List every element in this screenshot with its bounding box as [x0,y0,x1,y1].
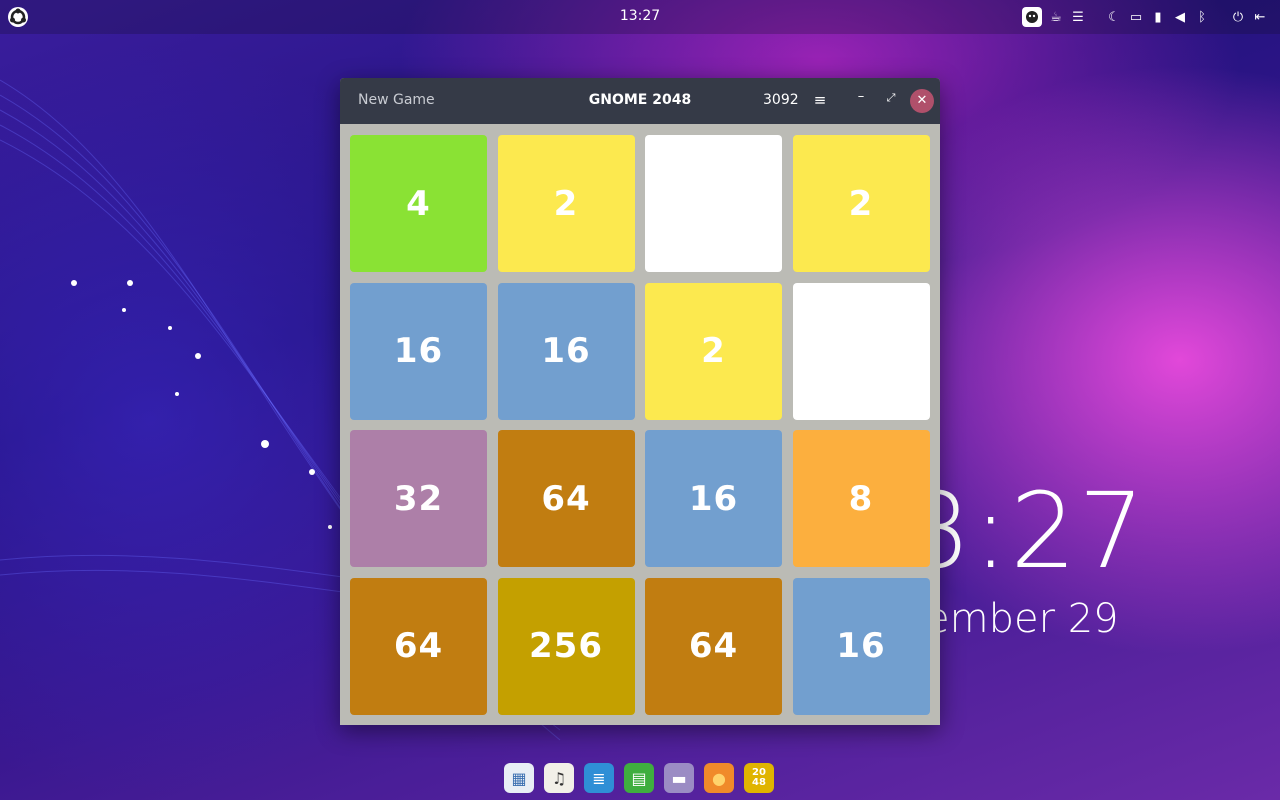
tile-empty [792,282,930,420]
music-icon[interactable]: ♫ [544,763,574,793]
2048-icon[interactable]: 20 48 [744,763,774,793]
tile-2: 2 [792,135,930,272]
tile-64: 64 [350,577,487,715]
tile-8: 8 [792,430,930,567]
tile-16: 16 [497,282,635,420]
power-icon[interactable]: ⏻ [1230,7,1246,27]
tile-empty [645,135,782,272]
logout-icon[interactable]: ⇤ [1252,7,1268,27]
tile-16: 16 [792,577,930,715]
folder-icon[interactable]: ▭ [1128,7,1144,27]
files-icon[interactable]: ▬ [664,763,694,793]
coffee-icon[interactable]: ☕ [1048,7,1064,27]
window-titlebar[interactable]: New Game GNOME 2048 3092 ≡ – ⤢ ✕ [340,78,940,124]
top-panel: 13:27 ☕ ☰ ☾ ▭ ▮ ◀ ᛒ ⏻ ⇤ [0,0,1280,34]
volume-icon[interactable]: ◀ [1172,7,1188,27]
app-grid-icon[interactable]: ▦ [504,763,534,793]
battery-icon[interactable]: ▮ [1150,7,1166,27]
spreadsheet-icon[interactable]: ▤ [624,763,654,793]
tile-256: 256 [497,577,635,715]
tile-16: 16 [350,282,487,420]
dock: ▦ ♫ ≣ ▤ ▬ ● 20 48 [504,763,774,793]
system-tray: ☕ ☰ ☾ ▭ ▮ ◀ ᛒ ⏻ ⇤ [1022,6,1268,28]
score-display: 3092 [763,92,799,108]
maximize-icon[interactable]: ⤢ [883,91,899,109]
tile-64: 64 [645,577,782,715]
tile-32: 32 [350,430,487,567]
hamburger-menu-icon[interactable]: ≡ [812,91,828,109]
list-icon[interactable]: ☰ [1070,7,1086,27]
tile-2: 2 [645,282,782,420]
gnome-2048-window: New Game GNOME 2048 3092 ≡ – ⤢ ✕ 4 2 2 16 16… [340,78,940,725]
game-board[interactable]: 4 2 2 16 16 2 32 64 16 8 64 256 64 16 [350,135,930,715]
minimize-icon[interactable]: – [853,89,869,109]
text-editor-icon[interactable]: ≣ [584,763,614,793]
close-icon[interactable]: ✕ [910,89,934,113]
face-icon[interactable] [1022,7,1042,27]
moon-icon[interactable]: ☾ [1106,7,1122,27]
desktop-clock-time: 3:27 [905,470,1147,592]
window-title: GNOME 2048 [588,92,692,108]
tile-16: 16 [645,430,782,567]
tile-64: 64 [497,430,635,567]
tile-2: 2 [497,135,635,272]
firefox-icon[interactable]: ● [704,763,734,793]
tile-4: 4 [350,135,487,272]
desktop-clock-date: ember 29 [925,596,1119,642]
bluetooth-icon[interactable]: ᛒ [1194,7,1210,27]
